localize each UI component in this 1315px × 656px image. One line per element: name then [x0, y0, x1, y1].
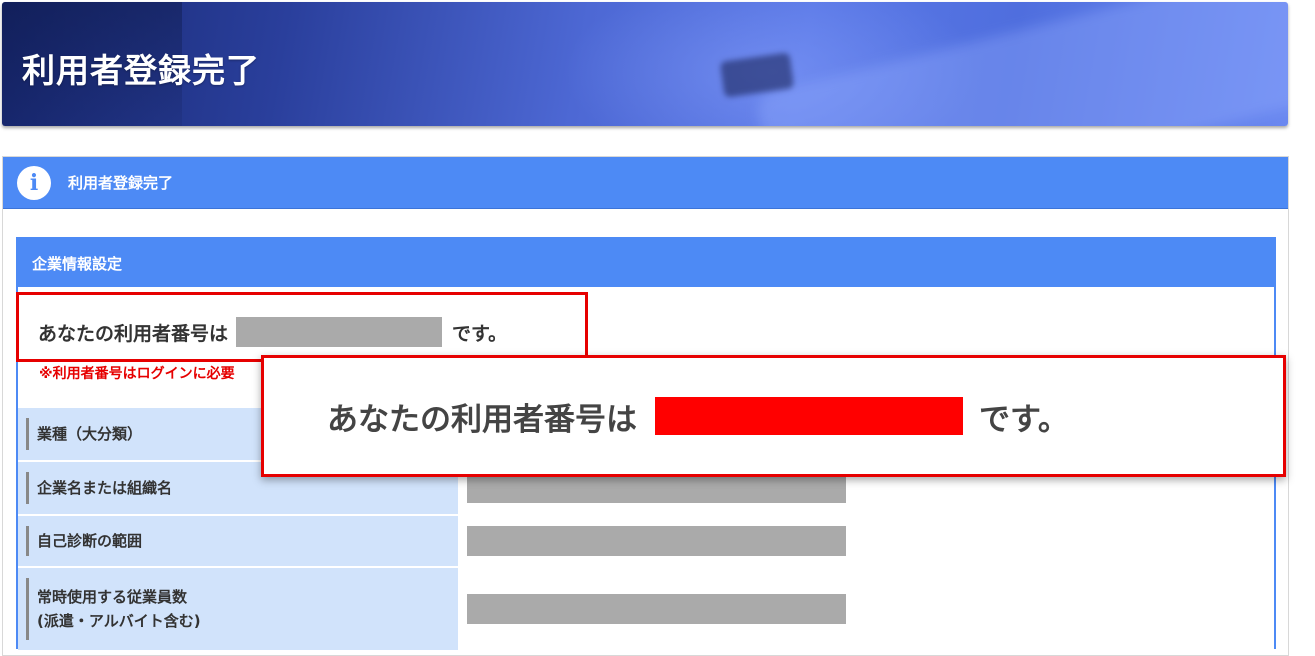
page-banner: 利用者登録完了	[2, 2, 1288, 126]
user-number-callout: あなたの利用者番号は です。	[261, 355, 1286, 477]
page-title: 利用者登録完了	[22, 51, 260, 90]
page: 利用者登録完了 i 利用者登録完了 企業情報設定 あなたの利用者番号は です。 …	[0, 0, 1315, 656]
employees-label-line1: 常時使用する従業員数	[37, 588, 188, 606]
row-label-industry: 業種（大分類）	[37, 425, 143, 443]
callout-user-number-redacted	[655, 397, 963, 435]
row-label-company-name: 企業名または組織名	[37, 479, 173, 497]
row-label-scope: 自己診断の範囲	[37, 532, 143, 550]
table-row: 自己診断の範囲	[18, 514, 1274, 566]
employees-redacted	[467, 594, 846, 624]
scope-redacted	[467, 526, 846, 556]
login-note: ※利用者番号はログインに必要	[39, 366, 235, 382]
panel-header: i 利用者登録完了	[3, 157, 1288, 209]
info-icon: i	[17, 165, 51, 200]
employees-label-line2: (派遣・アルバイト含む)	[37, 612, 201, 630]
card-title: 企業情報設定	[18, 239, 1274, 287]
table-row: 常時使用する従業員数 (派遣・アルバイト含む)	[18, 566, 1274, 650]
row-label-employees: 常時使用する従業員数 (派遣・アルバイト含む)	[37, 585, 201, 633]
panel-title: 利用者登録完了	[68, 174, 174, 192]
company-name-redacted	[467, 473, 846, 503]
callout-suffix: です。	[979, 401, 1069, 438]
callout-prefix: あなたの利用者番号は	[327, 401, 637, 438]
user-number-highlight	[16, 292, 588, 362]
